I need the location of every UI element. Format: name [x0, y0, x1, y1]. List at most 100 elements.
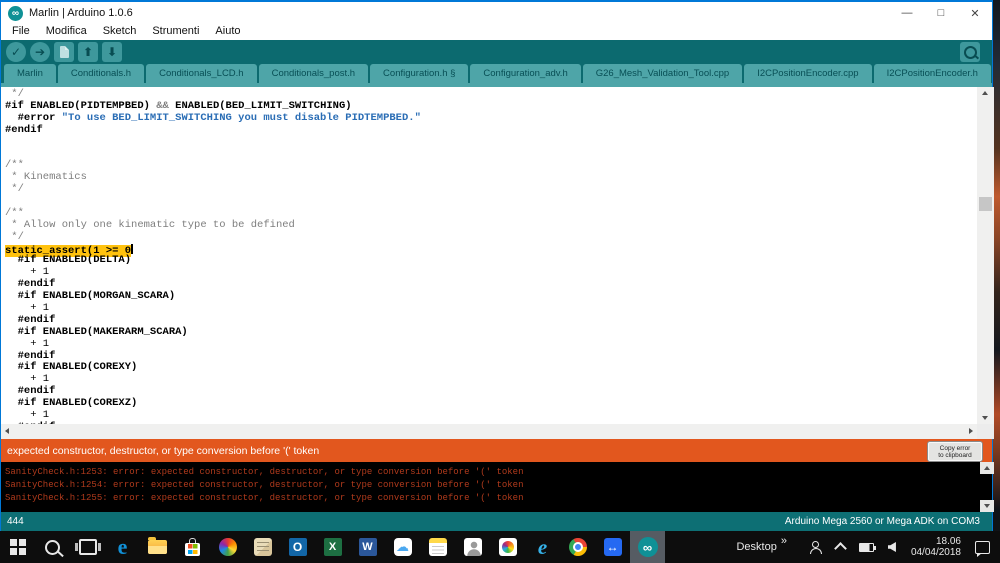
action-center-icon[interactable]	[975, 541, 990, 554]
contacts-icon[interactable]	[455, 531, 490, 563]
tab-label: I2CPositionEncoder.cpp	[757, 68, 858, 79]
error-message: expected constructor, destructor, or typ…	[1, 445, 319, 457]
volume-icon[interactable]	[888, 542, 896, 552]
internet-explorer-icon[interactable]: e	[525, 531, 560, 563]
code-line: + 1	[5, 303, 977, 315]
notes-map-app-icon[interactable]	[245, 531, 280, 563]
code-line: /**	[5, 160, 977, 172]
console-scroll-up-icon[interactable]	[980, 462, 994, 474]
menu-item-file[interactable]: File	[4, 25, 38, 37]
tab-bar: Marlin Conditionals.h Conditionals_LCD.h Co…	[1, 64, 992, 87]
upload-button[interactable]: ➔	[30, 42, 50, 62]
outlook-icon[interactable]: O	[280, 531, 315, 563]
system-tray: Desktop » 18.06 04/04/2018	[736, 531, 1000, 563]
code-line: */	[5, 184, 977, 196]
tab-label: I2CPositionEncoder.h	[887, 68, 978, 79]
code-line: * Kinematics	[5, 172, 977, 184]
tab-label: Marlin	[17, 68, 43, 79]
code-line: static_assert(1 >= 0	[5, 244, 977, 256]
code-line: #if ENABLED(COREXZ)	[5, 398, 977, 410]
console-error-line: SanityCheck.h:1255: error: expected cons…	[5, 492, 992, 505]
console-scroll-down-icon[interactable]	[980, 500, 994, 512]
desktop-toolbar-label[interactable]: Desktop	[736, 541, 776, 553]
title-bar[interactable]: ∞ Marlin | Arduino 1.0.6 —□✕	[1, 0, 992, 24]
vertical-scrollbar[interactable]	[977, 87, 994, 424]
scroll-up-icon[interactable]	[982, 91, 988, 95]
clock-date: 04/04/2018	[911, 547, 961, 558]
window-title: Marlin | Arduino 1.0.6	[29, 7, 133, 19]
people-icon[interactable]	[810, 541, 822, 553]
word-icon[interactable]: W	[350, 531, 385, 563]
save-button[interactable]: ⬇	[102, 42, 122, 62]
new-sketch-button[interactable]	[54, 42, 74, 62]
board-port-status: Arduino Mega 2560 or Mega ADK on COM3	[785, 516, 992, 527]
tab-i2cpositionencoder-h[interactable]: I2CPositionEncoder.h	[874, 64, 991, 83]
arrow-down-icon: ⬇	[107, 45, 117, 59]
tab-conditionals-post-h[interactable]: Conditionals_post.h	[259, 64, 368, 83]
copy-error-button[interactable]: Copy error to clipboard	[928, 442, 982, 461]
task-view-button[interactable]	[70, 531, 105, 563]
photos-icon[interactable]	[490, 531, 525, 563]
clock-time: 18.06	[911, 536, 961, 547]
scroll-right-icon[interactable]	[969, 428, 973, 434]
color-wheel-app-icon[interactable]	[210, 531, 245, 563]
horizontal-scrollbar[interactable]	[1, 424, 977, 439]
arduino-ide-window: ∞ Marlin | Arduino 1.0.6 —□✕ FileModific…	[0, 0, 993, 531]
tab-conditionals-lcd-h[interactable]: Conditionals_LCD.h	[146, 64, 257, 83]
menu-item-sketch[interactable]: Sketch	[95, 25, 145, 37]
windows-taskbar: e OXW☁ e ↔∞ Desktop » 18.06 04/04/2018	[0, 531, 1000, 563]
taskbar-clock[interactable]: 18.06 04/04/2018	[911, 536, 961, 558]
status-bar: 444 Arduino Mega 2560 or Mega ADK on COM…	[1, 512, 992, 531]
notes-icon[interactable]	[420, 531, 455, 563]
vertical-scroll-thumb[interactable]	[979, 197, 992, 211]
tab-i2cpositionencoder-cpp[interactable]: I2CPositionEncoder.cpp	[744, 64, 871, 83]
search-button[interactable]	[35, 531, 70, 563]
file-explorer-icon[interactable]	[140, 531, 175, 563]
tab-conditionals-h[interactable]: Conditionals.h	[58, 64, 144, 83]
tab-label: Conditionals_post.h	[272, 68, 355, 79]
chrome-icon[interactable]	[560, 531, 595, 563]
battery-icon[interactable]	[859, 543, 874, 552]
tab-configuration-h-[interactable]: Configuration.h §	[370, 64, 468, 83]
edge-icon[interactable]: e	[105, 531, 140, 563]
code-line: #endif	[5, 125, 977, 137]
code-line: #endif	[5, 351, 977, 363]
arrow-up-icon: ⬆	[83, 45, 93, 59]
scroll-left-icon[interactable]	[5, 428, 9, 434]
code-line: + 1	[5, 267, 977, 279]
toolbar-overflow-chevrons[interactable]: »	[781, 535, 787, 547]
teamviewer-icon[interactable]: ↔	[595, 531, 630, 563]
arrow-right-icon: ➔	[35, 45, 45, 59]
store-icon[interactable]	[175, 531, 210, 563]
console-scrollbar[interactable]	[980, 462, 994, 512]
code-editor[interactable]: */#if ENABLED(PIDTEMPBED) && ENABLED(BED…	[1, 87, 977, 424]
tab-configuration-adv-h[interactable]: Configuration_adv.h	[470, 64, 580, 83]
excel-icon[interactable]: X	[315, 531, 350, 563]
code-line: #if ENABLED(MORGAN_SCARA)	[5, 291, 977, 303]
tab-marlin[interactable]: Marlin	[4, 64, 56, 83]
code-line: #if ENABLED(COREXY)	[5, 362, 977, 374]
hidden-icons-chevron-icon[interactable]	[834, 542, 847, 555]
window-controls: —□✕	[890, 2, 992, 24]
build-console[interactable]: SanityCheck.h:1253: error: expected cons…	[1, 462, 992, 512]
menu-item-modifica[interactable]: Modifica	[38, 25, 95, 37]
code-line	[5, 137, 977, 149]
scroll-down-icon[interactable]	[982, 416, 988, 420]
menu-item-strumenti[interactable]: Strumenti	[144, 25, 207, 37]
maximize-button[interactable]: □	[924, 2, 958, 24]
minimize-button[interactable]: —	[890, 2, 924, 24]
open-button[interactable]: ⬆	[78, 42, 98, 62]
tab-g26-mesh-validation-tool-cpp[interactable]: G26_Mesh_Validation_Tool.cpp	[583, 64, 742, 83]
icloud-icon[interactable]: ☁	[385, 531, 420, 563]
arduino-taskbar-icon[interactable]: ∞	[630, 531, 665, 563]
verify-button[interactable]: ✓	[6, 42, 26, 62]
code-line: + 1	[5, 410, 977, 422]
error-bar: expected constructor, destructor, or typ…	[1, 439, 992, 462]
serial-monitor-button[interactable]	[960, 42, 980, 62]
tab-label: Configuration.h §	[383, 68, 455, 79]
tab-label: Conditionals_LCD.h	[159, 68, 244, 79]
arduino-app-icon: ∞	[8, 6, 23, 21]
start-button[interactable]	[0, 531, 35, 563]
close-button[interactable]: ✕	[958, 2, 992, 24]
menu-item-aiuto[interactable]: Aiuto	[207, 25, 248, 37]
